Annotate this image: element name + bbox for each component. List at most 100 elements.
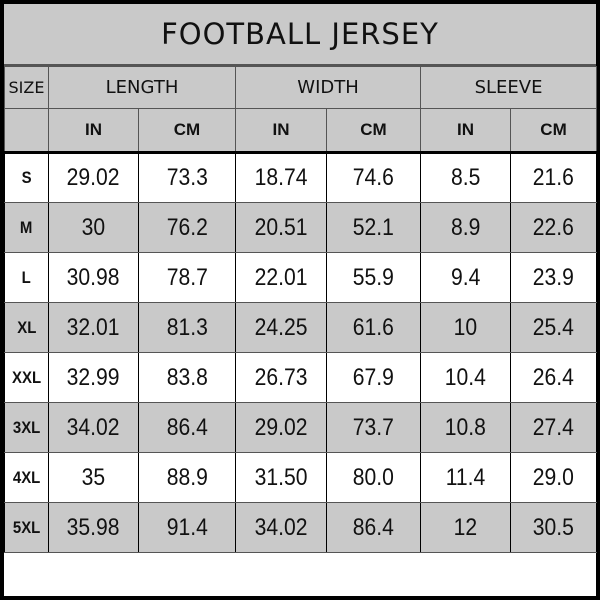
value-cell: 30 [48,202,139,253]
table-row: XL 32.01 81.3 24.25 61.6 10 25.4 [4,302,598,353]
value-cell: 52.1 [326,202,422,253]
unit-header: CM [510,108,598,154]
value-text: 29.02 [254,413,308,441]
value-cell: 91.4 [137,502,237,553]
header-width: WIDTH [235,66,422,109]
value-text: 10 [453,313,478,341]
value-text: 24.25 [254,313,308,341]
size-table: SIZE LENGTH WIDTH SLEEVE IN CM IN CM IN … [4,66,598,553]
value-cell: 25.4 [510,302,598,353]
value-text: 78.7 [166,263,208,291]
value-text: 23.9 [532,263,575,291]
value-text: 81.3 [166,313,208,341]
value-text: 29.02 [67,164,120,191]
value-text: 22.6 [532,213,575,241]
size-label: M [20,217,33,237]
value-cell: 8.5 [420,152,512,203]
size-cell: 5XL [4,502,49,553]
header-size: SIZE [4,66,49,109]
size-cell: 4XL [4,452,49,503]
value-cell: 24.25 [235,302,328,353]
value-cell: 10.4 [420,352,512,403]
value-cell: 31.50 [235,452,328,503]
value-text: 12 [453,513,478,541]
unit-header: CM [326,108,422,154]
value-text: 25.4 [532,313,575,341]
value-text: 8.5 [450,164,481,191]
value-cell: 8.9 [420,202,512,253]
value-cell: 86.4 [326,502,422,553]
value-text: 52.1 [352,213,395,241]
value-cell: 34.02 [48,402,139,453]
value-cell: 10 [420,302,512,353]
value-text: 21.6 [532,164,575,191]
value-cell: 78.7 [137,252,237,303]
value-text: 35.98 [67,513,120,541]
table-row: 3XL 34.02 86.4 29.02 73.7 10.8 27.4 [4,402,598,453]
value-text: 10.4 [444,363,487,391]
value-cell: 26.73 [235,352,328,403]
value-text: 9.4 [450,263,481,291]
value-cell: 73.7 [326,402,422,453]
table-row: 4XL 35 88.9 31.50 80.0 11.4 29.0 [4,452,598,503]
value-text: 30.98 [67,263,120,291]
size-cell: 3XL [4,402,49,453]
size-chart: FOOTBALL JERSEY SIZE LENGTH WIDTH SLEEVE… [4,4,598,596]
value-cell: 27.4 [510,402,598,453]
value-cell: 20.51 [235,202,328,253]
table-row: M 30 76.2 20.51 52.1 8.9 22.6 [4,202,598,253]
unit-header: CM [137,108,237,154]
value-cell: 18.74 [235,152,328,203]
value-cell: 32.01 [48,302,139,353]
table-row: L 30.98 78.7 22.01 55.9 9.4 23.9 [4,252,598,303]
value-cell: 88.9 [137,452,237,503]
value-cell: 67.9 [326,352,422,403]
size-label: L [21,267,32,287]
value-cell: 23.9 [510,252,598,303]
size-cell: XXL [4,352,49,403]
header-blank [4,108,49,154]
value-cell: 61.6 [326,302,422,353]
header-length: LENGTH [47,66,237,109]
value-cell: 55.9 [326,252,422,303]
value-text: 27.4 [532,413,575,441]
value-text: 55.9 [352,263,395,291]
value-cell: 35 [48,452,139,503]
value-cell: 26.4 [510,352,598,403]
value-cell: 12 [420,502,512,553]
value-cell: 22.6 [510,202,598,253]
header-sleeve: SLEEVE [420,66,598,109]
value-text: 11.4 [445,463,486,491]
value-cell: 11.4 [420,452,512,503]
value-text: 73.7 [352,413,395,441]
value-cell: 22.01 [235,252,328,303]
value-cell: 83.8 [137,352,237,403]
value-text: 8.9 [450,213,481,241]
value-text: 29.0 [532,463,575,491]
value-text: 83.8 [166,363,208,391]
value-cell: 34.02 [235,502,328,553]
chart-title: FOOTBALL JERSEY [4,4,596,66]
unit-header: IN [235,108,328,154]
unit-header: IN [48,108,139,154]
value-text: 34.02 [254,513,308,541]
value-text: 61.6 [352,313,395,341]
value-cell: 74.6 [326,152,422,203]
value-cell: 29.02 [48,152,139,203]
value-cell: 30.98 [48,252,139,303]
size-label: 3XL [12,417,41,437]
value-cell: 29.02 [235,402,328,453]
value-cell: 73.3 [137,152,237,203]
value-text: 67.9 [352,363,395,391]
value-text: 76.2 [166,213,208,241]
value-cell: 29.0 [510,452,598,503]
value-text: 34.02 [67,413,120,441]
table-row: 5XL 35.98 91.4 34.02 86.4 12 30.5 [4,502,598,553]
value-text: 26.73 [254,363,308,391]
value-text: 32.99 [67,363,120,391]
value-cell: 35.98 [48,502,139,553]
value-cell: 80.0 [326,452,422,503]
unit-header: IN [420,108,512,154]
size-label: 5XL [12,517,41,537]
value-text: 73.3 [166,164,208,191]
